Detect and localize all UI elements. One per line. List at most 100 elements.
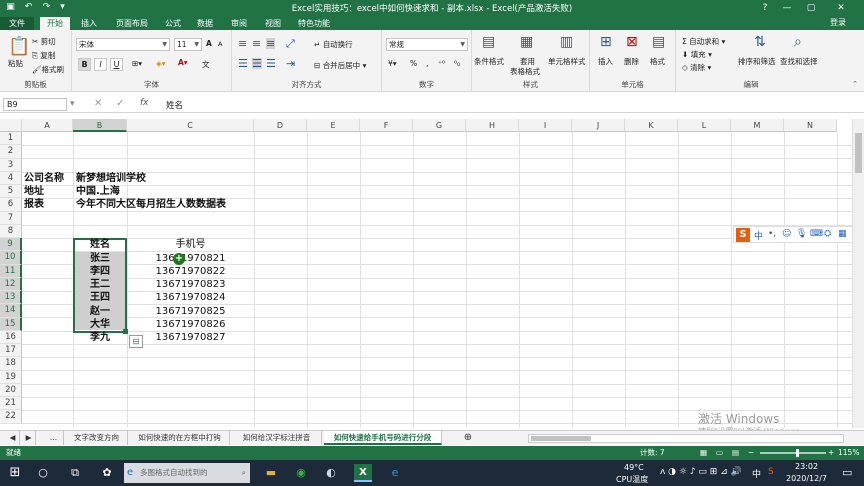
format-cells-button[interactable]: 格式 [650, 56, 665, 67]
cell-a5[interactable]: 地址 [24, 185, 44, 198]
name-box[interactable]: B9 [3, 98, 67, 111]
name-cell[interactable]: 王二 [73, 278, 127, 291]
phone-cell[interactable]: 13671970827 [127, 331, 254, 344]
cell-b4[interactable]: 新梦想培训学校 [76, 172, 146, 185]
excel-taskbar-icon[interactable]: X [354, 464, 372, 482]
help-button[interactable]: ? [754, 0, 776, 16]
phone-cell[interactable]: 13671970822 [127, 265, 254, 278]
row-header-11[interactable]: 11 [0, 264, 22, 278]
clock-date[interactable]: 2020/12/7 [786, 474, 827, 483]
name-box-dropdown-icon[interactable]: ▾ [70, 99, 75, 109]
row-header-22[interactable]: 22 [0, 410, 22, 424]
find-select-button[interactable]: 查找和选择 [780, 56, 818, 67]
row-header-3[interactable]: 3 [0, 158, 22, 172]
function-icon[interactable]: fx [140, 98, 149, 108]
col-header-j[interactable]: J [572, 119, 625, 132]
col-header-n[interactable]: N [784, 119, 837, 132]
zoom-out-icon[interactable]: − [748, 446, 754, 460]
col-header-b[interactable]: B [73, 119, 127, 132]
col-header-g[interactable]: G [413, 119, 466, 132]
cell-b6[interactable]: 今年不同大区每月招生人数数据表 [76, 198, 226, 211]
row-header-7[interactable]: 7 [0, 211, 22, 225]
font-color-icon[interactable]: A▾ [178, 58, 188, 67]
row-header-12[interactable]: 12 [0, 277, 22, 291]
font-name-select[interactable]: 宋体 ▼ [76, 38, 170, 51]
formula-input[interactable]: 姓名 [166, 99, 183, 111]
ime-mode-label[interactable]: 中 [754, 229, 763, 242]
percent-button[interactable]: % [410, 59, 417, 68]
orientation-icon[interactable]: ⤢ [286, 38, 295, 49]
ime-toolbar[interactable]: S 中 •, ☺ 🎙 ⌨ ⛭ ▦ [733, 226, 859, 243]
row-header-2[interactable]: 2 [0, 145, 22, 159]
fill-button[interactable]: ⬇ 填充 ▾ [682, 49, 712, 60]
cell-styles-icon[interactable]: ▥ [560, 35, 573, 49]
cell-a6[interactable]: 报表 [24, 198, 44, 211]
phone-cell[interactable]: 13671970821 [127, 252, 254, 265]
taskbar-search-box[interactable]: e 多图格式自动找到的 ⌕ [124, 463, 250, 483]
row-header-16[interactable]: 16 [0, 330, 22, 344]
format-painter-button[interactable]: 🖌格式刷 [32, 64, 64, 75]
delete-cells-button[interactable]: 删除 [624, 56, 639, 67]
zoom-slider[interactable] [760, 449, 826, 457]
cell-styles-button[interactable]: 单元格样式 [548, 56, 586, 67]
tab-data[interactable]: 数据 [192, 17, 218, 30]
notification-icon[interactable]: ▭ [842, 466, 852, 479]
row-header-19[interactable]: 19 [0, 370, 22, 384]
voice-icon[interactable]: 🎙 [796, 229, 807, 239]
row-header-14[interactable]: 14 [0, 304, 22, 318]
phone-cell[interactable]: 13671970825 [127, 305, 254, 318]
align-bottom-icon[interactable]: ≡ [266, 38, 276, 49]
file-explorer-icon[interactable]: ▬ [262, 464, 280, 482]
phone-cell[interactable]: 13671970824 [127, 291, 254, 304]
phone-cell[interactable]: 13671970823 [127, 278, 254, 291]
currency-icon[interactable]: ¥▾ [388, 59, 397, 68]
col-header-h[interactable]: H [466, 119, 519, 132]
clear-button[interactable]: ◇ 清除 ▾ [682, 62, 711, 73]
row-header-9[interactable]: 9 [0, 238, 22, 252]
conditional-format-icon[interactable]: ▤ [482, 35, 495, 49]
name-cell[interactable]: 李四 [73, 265, 127, 278]
toolbox-icon[interactable]: ⛭ [824, 229, 831, 239]
sheet-tab-3[interactable]: 如何给汉字标注拼音 [232, 431, 322, 445]
col-header-d[interactable]: D [254, 119, 307, 132]
h-scroll-thumb[interactable] [531, 436, 591, 441]
phonetic-button[interactable]: 文 [202, 59, 210, 70]
col-header-m[interactable]: M [731, 119, 784, 132]
tab-review[interactable]: 审阅 [226, 17, 252, 30]
tab-file[interactable]: 文件 [0, 17, 34, 30]
merge-center-button[interactable]: ⊟ 合并后居中 ▾ [314, 60, 366, 71]
row-header-18[interactable]: 18 [0, 357, 22, 371]
insert-cells-icon[interactable]: ⊞ [600, 35, 612, 49]
page-break-view-icon[interactable]: ▤ [732, 446, 739, 460]
login-link[interactable]: 登录 [830, 17, 846, 28]
tab-page-layout[interactable]: 页面布局 [110, 17, 154, 30]
vertical-scrollbar[interactable] [852, 119, 864, 428]
col-header-i[interactable]: I [519, 119, 572, 132]
sogou-logo-icon[interactable]: S [736, 228, 750, 242]
cancel-icon[interactable]: ✕ [94, 98, 102, 109]
table-format-button[interactable]: 表格格式 [510, 66, 540, 77]
grow-font-button[interactable]: A [206, 39, 212, 48]
name-cell[interactable]: 李九 [73, 331, 127, 344]
row-header-6[interactable]: 6 [0, 198, 22, 212]
conditional-format-button[interactable]: 条件格式 [474, 56, 504, 67]
cell-c9[interactable]: 手机号 [127, 238, 254, 251]
tray-sogou-icon[interactable]: S [768, 467, 774, 477]
comma-button[interactable]: , [426, 59, 428, 68]
align-center-icon[interactable]: ☰ [252, 58, 262, 69]
format-cells-icon[interactable]: ▤ [652, 35, 665, 49]
copy-button[interactable]: ⎘ 复制 [32, 50, 55, 61]
shrink-font-button[interactable]: A [218, 40, 222, 48]
align-left-icon[interactable]: ☰ [238, 58, 248, 69]
border-icon[interactable]: ⊞▾ [132, 59, 142, 68]
paste-button[interactable]: 粘贴 [8, 58, 23, 69]
green-app-icon[interactable]: ◉ [292, 464, 310, 482]
row-header-17[interactable]: 17 [0, 344, 22, 358]
tab-formulas[interactable]: 公式 [160, 17, 186, 30]
number-format-select[interactable]: 常规 ▼ [386, 38, 468, 51]
align-top-icon[interactable]: ≡ [238, 38, 247, 49]
bold-button[interactable]: B [78, 58, 91, 71]
find-icon[interactable]: ⌕ [794, 35, 802, 49]
decrease-decimal-icon[interactable]: ⁰₀ [454, 59, 460, 68]
punctuation-icon[interactable]: •, [768, 229, 776, 239]
